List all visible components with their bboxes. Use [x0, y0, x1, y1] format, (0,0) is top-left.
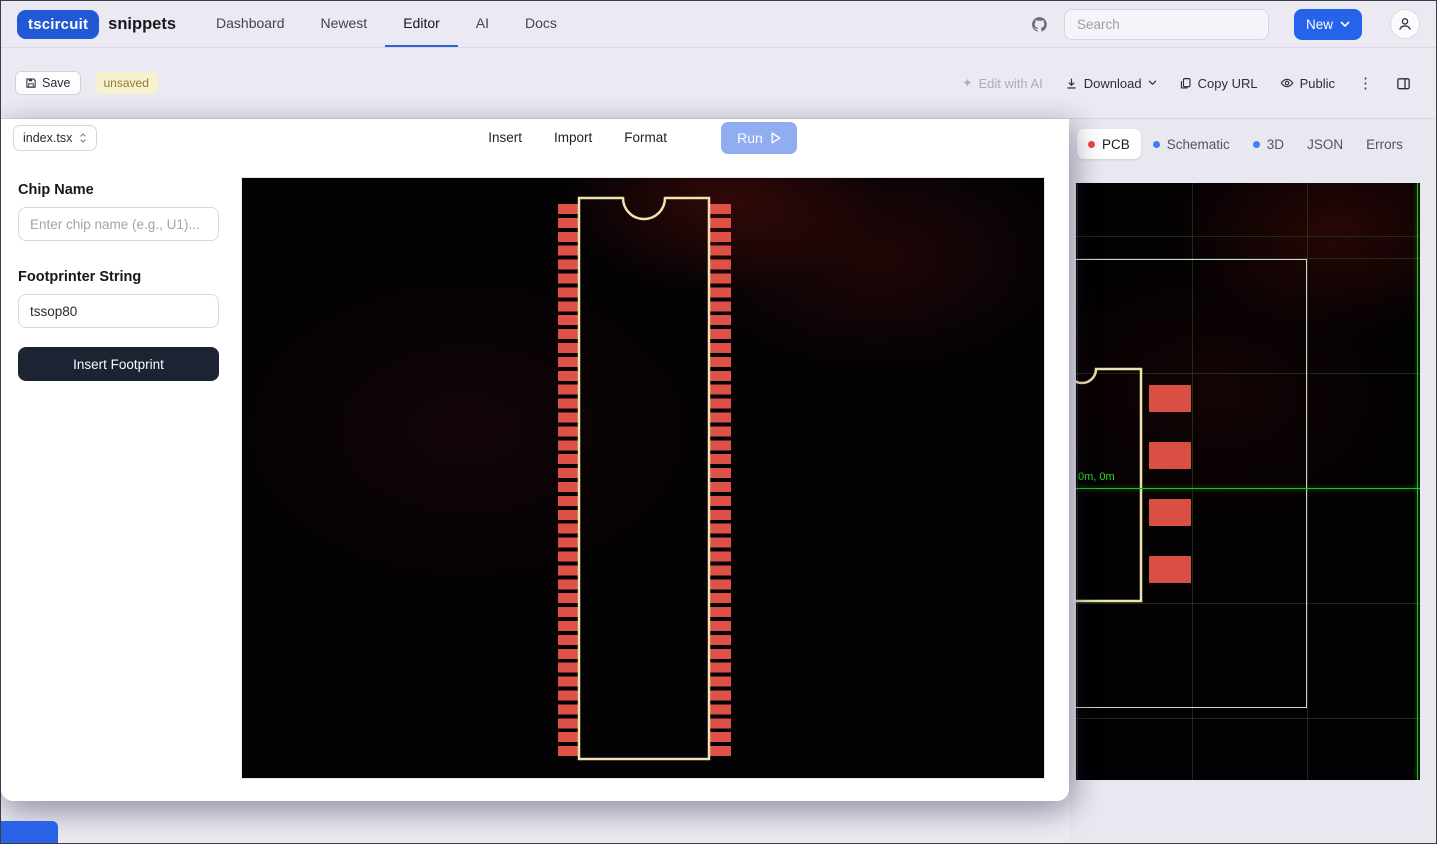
download-icon [1067, 78, 1076, 89]
chevron-down-icon [1340, 20, 1350, 27]
origin-axis-horizontal [1076, 488, 1420, 489]
panel-layout-button[interactable] [1385, 76, 1422, 91]
content-area: PCB Schematic 3D JSON Errors 0m, 0m inde… [1, 119, 1436, 843]
user-icon [1399, 18, 1411, 30]
chevron-down-icon [1148, 80, 1156, 86]
editor-toolbar: index.tsx Insert Import Format Run [1, 119, 1069, 156]
tab-3d-label: 3D [1266, 136, 1285, 152]
3d-status-dot [1252, 140, 1260, 148]
savebar-actions: ✦ Edit with AI Download Copy URL Public … [951, 74, 1422, 92]
tab-errors-label: Errors [1366, 136, 1403, 152]
origin-axis-vertical [1417, 183, 1418, 780]
edit-with-ai-label: Edit with AI [978, 75, 1043, 91]
sparkles-icon: ✦ [962, 76, 973, 90]
import-button[interactable]: Import [538, 130, 608, 145]
run-button[interactable]: Run [721, 121, 797, 154]
pcb-canvas[interactable]: 0m, 0m [1076, 183, 1420, 780]
origin-coordinates-label: 0m, 0m [1078, 471, 1115, 483]
pcb-pad [1149, 442, 1191, 469]
dialog-body: Chip Name Footprinter String Insert Foot… [1, 156, 1069, 801]
save-toolbar: Save unsaved ✦ Edit with AI Download Cop… [1, 48, 1436, 119]
nav-ai[interactable]: AI [458, 1, 507, 47]
tab-errors[interactable]: Errors [1355, 129, 1414, 159]
tab-pcb[interactable]: PCB [1077, 129, 1141, 159]
download-button[interactable]: Download [1054, 76, 1168, 91]
pcb-pad [1149, 499, 1191, 526]
insert-footprint-button[interactable]: Insert Footprint [18, 347, 219, 381]
chip-name-label: Chip Name [18, 182, 94, 198]
schematic-status-dot [1152, 140, 1160, 148]
public-label: Public [1299, 75, 1335, 91]
format-button[interactable]: Format [608, 130, 683, 145]
pcb-status-dot [1088, 140, 1095, 148]
new-button[interactable]: New [1293, 8, 1362, 40]
app-window: tscircuit snippets Dashboard Newest Edit… [0, 0, 1437, 844]
tab-pcb-label: PCB [1102, 136, 1130, 152]
github-icon[interactable] [1031, 16, 1048, 33]
footprinter-string-label: Footprinter String [18, 269, 142, 285]
tab-json-label: JSON [1307, 136, 1344, 152]
search-box [1063, 8, 1269, 40]
brand-title: snippets [108, 14, 177, 33]
public-button[interactable]: Public [1269, 76, 1346, 91]
run-button-label: Run [737, 129, 763, 146]
user-avatar[interactable] [1390, 9, 1420, 39]
file-select[interactable]: index.tsx [13, 124, 98, 151]
unsaved-badge: unsaved [94, 72, 158, 94]
file-select-value: index.tsx [23, 130, 73, 145]
insert-menu-button[interactable]: Insert [472, 130, 538, 145]
footprint-form: Chip Name Footprinter String Insert Foot… [1, 156, 242, 801]
pcb-pad [1149, 556, 1191, 583]
footprint-silkscreen-outline [577, 196, 711, 761]
pcb-pad [1149, 385, 1191, 412]
chip-name-input[interactable] [18, 207, 219, 241]
tab-schematic[interactable]: Schematic [1142, 129, 1241, 159]
nav-dashboard[interactable]: Dashboard [198, 1, 303, 47]
nav-docs[interactable]: Docs [507, 1, 575, 47]
panel-layout-icon [1397, 77, 1410, 89]
preview-pane: PCB Schematic 3D JSON Errors 0m, 0m [1069, 119, 1436, 843]
chip-silkscreen-outline [1076, 367, 1143, 603]
nav-editor[interactable]: Editor [385, 1, 458, 47]
new-button-label: New [1305, 16, 1333, 32]
footer-logo-badge[interactable] [1, 821, 58, 843]
main-nav: Dashboard Newest Editor AI Docs [198, 1, 575, 47]
kebab-menu-button[interactable]: ⋮ [1346, 74, 1385, 92]
nav-newest[interactable]: Newest [303, 1, 386, 47]
footprinter-string-input[interactable] [18, 294, 219, 328]
tscircuit-logo[interactable]: tscircuit [17, 9, 100, 39]
tab-schematic-label: Schematic [1166, 136, 1230, 152]
edit-with-ai-button[interactable]: ✦ Edit with AI [951, 76, 1053, 91]
updown-chevrons-icon [80, 132, 87, 143]
copy-url-icon [1180, 77, 1191, 89]
eye-icon [1280, 78, 1293, 88]
tab-3d[interactable]: 3D [1242, 129, 1295, 159]
copy-url-button[interactable]: Copy URL [1168, 76, 1269, 91]
top-navbar: tscircuit snippets Dashboard Newest Edit… [1, 1, 1436, 48]
footprint-preview-canvas[interactable] [241, 177, 1045, 779]
insert-footprint-dialog: index.tsx Insert Import Format Run Chip … [1, 119, 1069, 801]
save-button-label: Save [42, 76, 71, 90]
play-icon [771, 132, 781, 143]
download-label: Download [1083, 75, 1142, 91]
tab-json[interactable]: JSON [1296, 129, 1354, 159]
search-input[interactable] [1064, 16, 1268, 32]
copy-url-label: Copy URL [1197, 75, 1258, 91]
preview-tabs: PCB Schematic 3D JSON Errors [1069, 127, 1436, 161]
save-button[interactable]: Save [15, 71, 81, 95]
save-icon [26, 78, 36, 88]
